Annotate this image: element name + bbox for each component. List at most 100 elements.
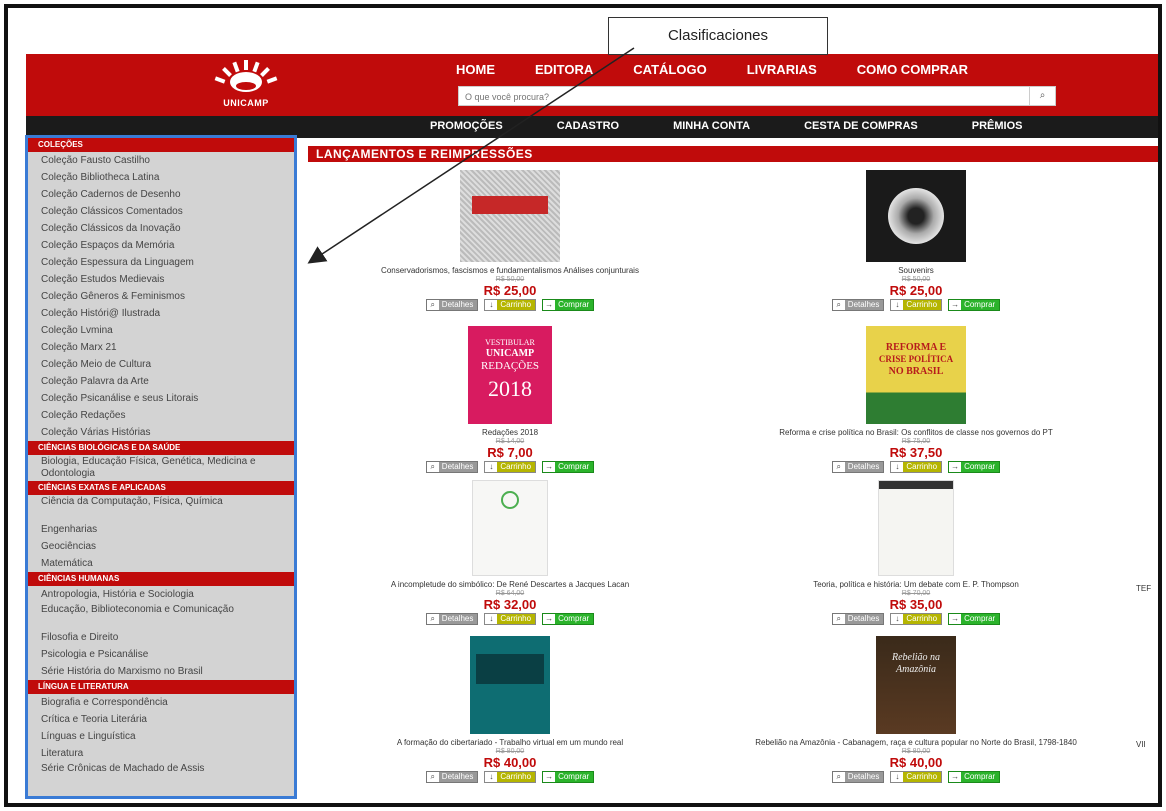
book-cover[interactable] (472, 480, 548, 576)
sidebar-item[interactable]: Coleção Lvmina (28, 322, 294, 339)
sidebar-item[interactable]: Coleção Cadernos de Desenho (28, 186, 294, 203)
sidebar-item[interactable]: Coleção Redações (28, 407, 294, 424)
section-lingua[interactable]: LÍNGUA E LITERATURA (28, 680, 294, 694)
book-cover[interactable] (460, 170, 560, 262)
sidebar-item[interactable]: Literatura (28, 745, 294, 762)
book-cover[interactable]: VESTIBULAR UNICAMP REDAÇÕES 2018 (468, 326, 552, 424)
search-bar: ⌕ (458, 86, 1056, 106)
nav-minha-conta[interactable]: MINHA CONTA (673, 120, 750, 132)
sidebar-item[interactable]: Coleção Várias Histórias (28, 424, 294, 441)
product-title[interactable]: Souvenirs (716, 266, 1116, 276)
sidebar-item[interactable]: Filosofia e Direito (28, 629, 294, 646)
arrow-right-icon: → (949, 614, 962, 624)
section-humanas[interactable]: CIÊNCIAS HUMANAS (28, 572, 294, 586)
arrow-right-icon: → (543, 614, 556, 624)
product-actions: ⌕ Detalhes ↓ Carrinho → Comprar (716, 613, 1116, 625)
product-title[interactable]: Teoria, política e história: Um debate c… (716, 580, 1116, 590)
sidebar-item[interactable]: Série História do Marxismo no Brasil (28, 663, 294, 680)
sidebar-item[interactable]: Coleção Meio de Cultura (28, 356, 294, 373)
sidebar-item[interactable]: Línguas e Linguística (28, 728, 294, 745)
product-title[interactable]: Redações 2018 (310, 428, 710, 438)
nav-livrarias[interactable]: LIVRARIAS (747, 62, 817, 77)
product-actions: ⌕ Detalhes ↓ Carrinho → Comprar (310, 461, 710, 473)
cart-button[interactable]: ↓ Carrinho (890, 613, 943, 625)
sidebar-item[interactable]: Ciência da Computação, Física, Química (28, 495, 294, 521)
details-button[interactable]: ⌕ Detalhes (425, 771, 479, 783)
sidebar-item[interactable]: Coleção Gêneros & Feminismos (28, 288, 294, 305)
details-button[interactable]: ⌕ Detalhes (425, 299, 479, 311)
product-title[interactable]: A formação do cibertariado - Trabalho vi… (310, 738, 710, 748)
section-exatas[interactable]: CIÊNCIAS EXATAS E APLICADAS (28, 481, 294, 495)
product-title[interactable]: Rebelião na Amazônia - Cabanagem, raça e… (716, 738, 1116, 748)
nav-catalogo[interactable]: CATÁLOGO (633, 62, 706, 77)
cart-label: Carrinho (906, 462, 938, 471)
product-title[interactable]: A incompletude do simbólico: De René Des… (310, 580, 710, 590)
nav-como-comprar[interactable]: COMO COMPRAR (857, 62, 968, 77)
buy-button[interactable]: → Comprar (948, 613, 1001, 625)
buy-button[interactable]: → Comprar (948, 461, 1001, 473)
cart-button[interactable]: ↓ Carrinho (484, 771, 537, 783)
sidebar-item[interactable]: Coleção Bibliotheca Latina (28, 169, 294, 186)
nav-cadastro[interactable]: CADASTRO (557, 120, 619, 132)
sidebar-item[interactable]: Coleção Estudos Medievais (28, 271, 294, 288)
sidebar-item[interactable]: Educação, Biblioteconomia e Comunicação (28, 603, 294, 629)
section-biologicas[interactable]: CIÊNCIAS BIOLÓGICAS E DA SAÚDE (28, 441, 294, 455)
buy-button[interactable]: → Comprar (542, 299, 595, 311)
sidebar-item[interactable]: Biologia, Educação Física, Genética, Med… (28, 455, 294, 481)
details-button[interactable]: ⌕ Detalhes (425, 613, 479, 625)
buy-button[interactable]: → Comprar (542, 771, 595, 783)
cart-button[interactable]: ↓ Carrinho (890, 771, 943, 783)
sidebar-item[interactable]: Coleção Fausto Castilho (28, 152, 294, 169)
sidebar-item[interactable]: Coleção Marx 21 (28, 339, 294, 356)
nav-cesta[interactable]: CESTA DE COMPRAS (804, 120, 918, 132)
nav-editora[interactable]: EDITORA (535, 62, 593, 77)
search-icon[interactable]: ⌕ (1029, 87, 1055, 105)
nav-promocoes[interactable]: PROMOÇÕES (430, 120, 503, 132)
buy-button[interactable]: → Comprar (542, 613, 595, 625)
search-input[interactable] (459, 88, 1019, 106)
cart-button[interactable]: ↓ Carrinho (484, 461, 537, 473)
buy-button[interactable]: → Comprar (948, 299, 1001, 311)
details-label: Detalhes (441, 772, 474, 781)
sidebar-item[interactable]: Matemática (28, 555, 294, 572)
nav-home[interactable]: HOME (456, 62, 495, 77)
product-title[interactable]: Reforma e crise política no Brasil: Os c… (716, 428, 1116, 438)
details-button[interactable]: ⌕ Detalhes (831, 299, 885, 311)
book-cover[interactable] (866, 170, 966, 262)
product-title[interactable]: Conservadorismos, fascismos e fundamenta… (310, 266, 710, 276)
sidebar-item[interactable]: Coleção Espessura da Linguagem (28, 254, 294, 271)
sidebar-item[interactable]: Engenharias (28, 521, 294, 538)
book-cover[interactable]: REFORMA E CRISE POLÍTICA NO BRASIL (866, 326, 966, 424)
sidebar-item[interactable]: Geociências (28, 538, 294, 555)
details-button[interactable]: ⌕ Detalhes (831, 613, 885, 625)
book-cover[interactable] (470, 636, 550, 734)
book-cover[interactable] (878, 480, 954, 576)
sidebar-item[interactable]: Coleção Clássicos Comentados (28, 203, 294, 220)
product-actions: ⌕ Detalhes ↓ Carrinho → Comprar (716, 299, 1116, 311)
sidebar-item[interactable]: Coleção Históri@ Ilustrada (28, 305, 294, 322)
section-colecoes[interactable]: COLEÇÕES (28, 138, 294, 152)
buy-button[interactable]: → Comprar (948, 771, 1001, 783)
sidebar-item[interactable]: Série Crônicas de Machado de Assis (28, 762, 294, 788)
cart-button[interactable]: ↓ Carrinho (890, 461, 943, 473)
product-actions: ⌕ Detalhes ↓ Carrinho → Comprar (716, 461, 1116, 473)
sidebar-item[interactable]: Coleção Psicanálise e seus Litorais (28, 390, 294, 407)
details-button[interactable]: ⌕ Detalhes (831, 461, 885, 473)
sidebar-item[interactable]: Crítica e Teoria Literária (28, 711, 294, 728)
sidebar-item[interactable]: Coleção Palavra da Arte (28, 373, 294, 390)
cart-button[interactable]: ↓ Carrinho (484, 299, 537, 311)
details-button[interactable]: ⌕ Detalhes (831, 771, 885, 783)
cart-button[interactable]: ↓ Carrinho (890, 299, 943, 311)
unicamp-logo[interactable]: UNICAMP (196, 58, 296, 112)
buy-button[interactable]: → Comprar (542, 461, 595, 473)
sidebar-item[interactable]: Psicologia e Psicanálise (28, 646, 294, 663)
cart-button[interactable]: ↓ Carrinho (484, 613, 537, 625)
sidebar-item[interactable]: Coleção Clássicos da Inovação (28, 220, 294, 237)
sidebar-item[interactable]: Antropologia, História e Sociologia (28, 586, 294, 603)
book-cover[interactable]: Rebelião na Amazônia (876, 636, 956, 734)
product-card: Souvenirs R$ 50,00 R$ 25,00 ⌕ Detalhes ↓ C… (716, 170, 1116, 311)
sidebar-item[interactable]: Biografia e Correspondência (28, 694, 294, 711)
sidebar-item[interactable]: Coleção Espaços da Memória (28, 237, 294, 254)
nav-premios[interactable]: PRÊMIOS (972, 120, 1023, 132)
details-button[interactable]: ⌕ Detalhes (425, 461, 479, 473)
